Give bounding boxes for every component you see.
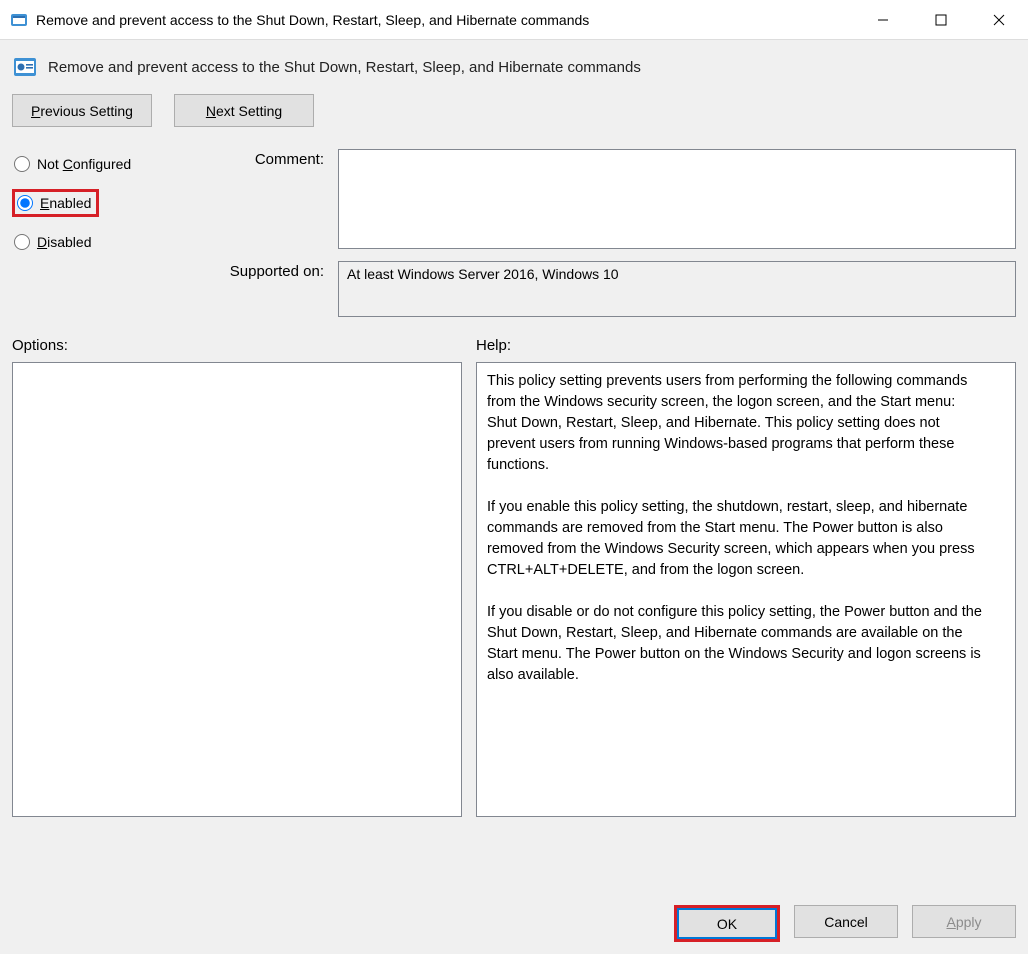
help-label: Help: xyxy=(476,337,1016,354)
options-label: Options: xyxy=(12,337,462,354)
maximize-button[interactable] xyxy=(912,0,970,39)
app-icon xyxy=(10,11,28,29)
help-pane[interactable]: This policy setting prevents users from … xyxy=(476,362,1016,817)
previous-setting-button[interactable]: Previous Setting xyxy=(12,94,152,127)
radio-not-configured[interactable]: Not Configured xyxy=(12,153,198,175)
title-bar: Remove and prevent access to the Shut Do… xyxy=(0,0,1028,40)
next-setting-button[interactable]: Next Setting xyxy=(174,94,314,127)
minimize-button[interactable] xyxy=(854,0,912,39)
close-button[interactable] xyxy=(970,0,1028,39)
supported-on-field xyxy=(338,261,1016,317)
ok-button[interactable]: OK xyxy=(677,908,777,939)
radio-disabled[interactable]: Disabled xyxy=(12,231,198,253)
window-title: Remove and prevent access to the Shut Do… xyxy=(36,12,854,28)
supported-on-label: Supported on: xyxy=(198,261,338,280)
apply-button: Apply xyxy=(912,905,1016,938)
comment-textarea[interactable] xyxy=(338,149,1016,249)
cancel-button[interactable]: Cancel xyxy=(794,905,898,938)
options-pane xyxy=(12,362,462,817)
comment-label: Comment: xyxy=(198,149,338,168)
ok-button-highlight: OK xyxy=(674,905,780,942)
policy-icon xyxy=(12,54,38,80)
window-controls xyxy=(854,0,1028,39)
policy-title: Remove and prevent access to the Shut Do… xyxy=(48,59,641,76)
radio-enabled[interactable]: Enabled xyxy=(12,189,99,217)
policy-header: Remove and prevent access to the Shut Do… xyxy=(12,54,1016,80)
